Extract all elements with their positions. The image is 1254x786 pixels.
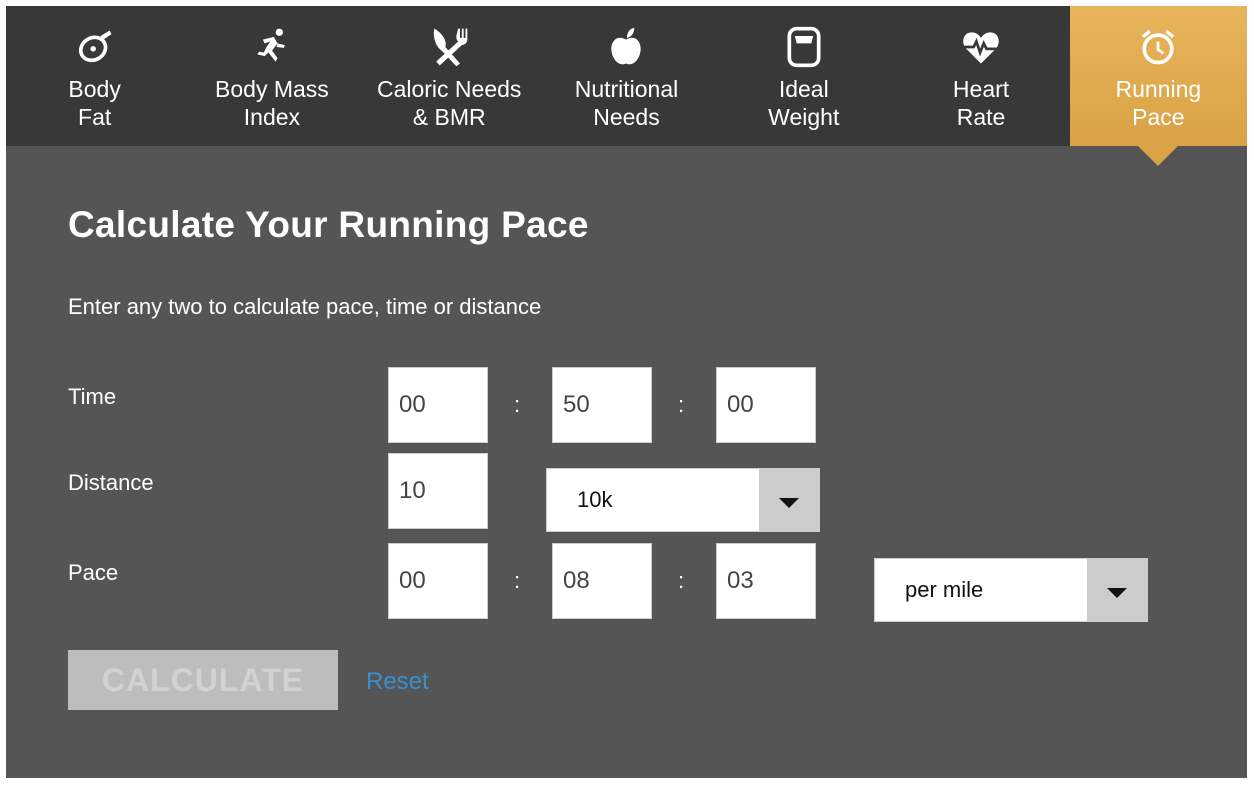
page-title: Calculate Your Running Pace	[68, 204, 589, 245]
tab-label: Caloric Needs & BMR	[376, 76, 522, 130]
time-label: Time	[68, 384, 117, 409]
time-separator: :	[678, 392, 685, 417]
distance-label: Distance	[68, 470, 154, 495]
runner-icon	[248, 23, 296, 71]
tab-label: Body Mass Index	[215, 76, 329, 130]
time-separator: :	[514, 392, 521, 417]
pace-label: Pace	[68, 560, 119, 585]
pace-minutes-input[interactable]	[552, 543, 652, 619]
tab-heart-rate[interactable]: Heart Rate	[892, 6, 1069, 146]
time-minutes-input[interactable]	[552, 367, 652, 443]
tab-body-mass-index[interactable]: Body Mass Index	[183, 6, 360, 146]
tab-nutritional-needs[interactable]: Nutritional Needs	[538, 6, 715, 146]
tab-label: Nutritional Needs	[574, 76, 679, 130]
chevron-down-icon[interactable]	[759, 469, 819, 531]
instruction-text: Enter any two to calculate pace, time or…	[68, 294, 542, 319]
reset-link[interactable]: Reset	[366, 668, 429, 696]
pace-separator: :	[678, 568, 685, 593]
pace-unit-value: per mile	[905, 577, 984, 602]
pace-hours-input[interactable]	[388, 543, 488, 619]
heartbeat-icon	[957, 23, 1005, 71]
tape-measure-icon	[71, 23, 119, 71]
distance-unit-select[interactable]: 10k	[546, 468, 820, 532]
tab-label: Running Pace	[1115, 76, 1202, 130]
tab-caloric-needs[interactable]: Caloric Needs & BMR	[361, 6, 538, 146]
pace-unit-select[interactable]: per mile	[874, 558, 1148, 622]
tab-label: Heart Rate	[952, 76, 1010, 130]
apple-icon	[602, 23, 650, 71]
time-seconds-input[interactable]	[716, 367, 816, 443]
pace-separator: :	[514, 568, 521, 593]
running-pace-calculator: Body Fat Body Mass Index Caloric Needs &…	[6, 6, 1247, 778]
tab-body-fat[interactable]: Body Fat	[6, 6, 183, 146]
time-hours-input[interactable]	[388, 367, 488, 443]
alarm-clock-icon	[1134, 23, 1182, 71]
calculate-button[interactable]: CALCULATE	[68, 650, 338, 710]
pace-seconds-input[interactable]	[716, 543, 816, 619]
tab-running-pace[interactable]: Running Pace	[1069, 6, 1247, 146]
distance-unit-value: 10k	[577, 487, 613, 512]
calculator-tabs: Body Fat Body Mass Index Caloric Needs &…	[6, 6, 1247, 146]
scale-icon	[780, 23, 828, 71]
tab-ideal-weight[interactable]: Ideal Weight	[715, 6, 892, 146]
tab-label: Body Fat	[68, 76, 121, 130]
chevron-down-icon[interactable]	[1087, 559, 1147, 621]
tab-label: Ideal Weight	[768, 76, 840, 130]
distance-input[interactable]	[388, 453, 488, 529]
fork-knife-icon	[425, 23, 473, 71]
